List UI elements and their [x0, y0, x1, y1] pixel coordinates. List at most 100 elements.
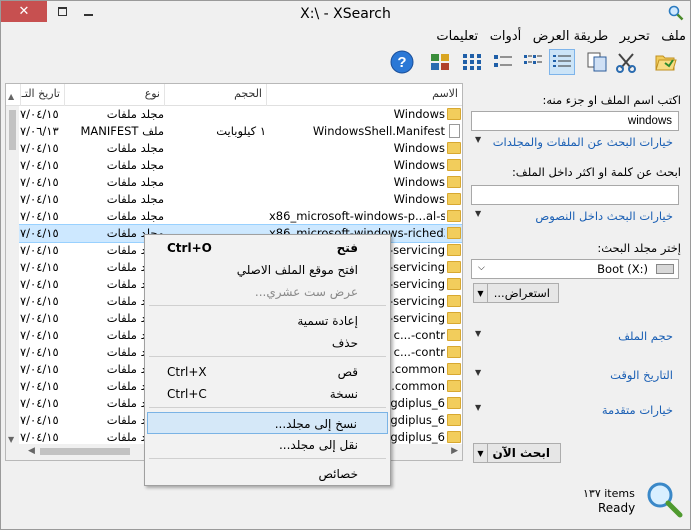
- search-now-button[interactable]: ▼ ابحث الآن: [473, 443, 561, 463]
- context-menu-item[interactable]: خصائص: [147, 463, 388, 485]
- svg-text:?: ?: [397, 54, 406, 71]
- row-type: مجلد ملفات: [106, 209, 164, 223]
- context-menu-item-label: عرض ست عشري...: [254, 285, 358, 299]
- row-date: ٧/٠٤/١٥: [20, 311, 59, 325]
- context-menu-item[interactable]: عرض ست عشري...: [147, 281, 388, 303]
- small-icons-view-button[interactable]: [490, 49, 516, 75]
- hscroll-thumb[interactable]: [40, 448, 130, 455]
- content-options-label: خيارات البحث داخل النصوص: [535, 209, 673, 223]
- table-row[interactable]: Windows مجلد ملفات ٧/٠٤/١٥: [6, 106, 462, 123]
- content-label: ابحث عن كلمة او اكثر داخل الملف:: [511, 165, 681, 179]
- context-menu-shortcut: Ctrl+X: [167, 365, 207, 379]
- name-options-link[interactable]: خيارات البحث عن الملفات والمجلدات ▼: [471, 135, 679, 153]
- row-size: [166, 208, 266, 225]
- open-folder-button[interactable]: [653, 49, 679, 75]
- context-menu-item[interactable]: قص Ctrl+X: [147, 361, 388, 383]
- name-label: اكتب اسم الملف او جزء منه:: [542, 93, 681, 107]
- column-header-size[interactable]: الحجم: [164, 84, 266, 106]
- filename-input[interactable]: [471, 111, 679, 131]
- vertical-scrollbar[interactable]: ▲ ▼: [6, 92, 19, 444]
- row-name: Windows: [393, 107, 445, 121]
- help-button[interactable]: ?: [389, 49, 415, 75]
- folder-icon: [447, 431, 461, 443]
- context-menu-item[interactable]: نقل إلى مجلد...: [147, 434, 388, 456]
- column-header-type[interactable]: نوع: [64, 84, 164, 106]
- context-menu-item-label: افتح موقع الملف الاصلي: [236, 263, 358, 277]
- scroll-down-icon[interactable]: ▼: [8, 435, 14, 444]
- large-icons-view-button[interactable]: [459, 49, 485, 75]
- table-row[interactable]: Windows مجلد ملفات ٧/٠٤/١٥: [6, 191, 462, 208]
- row-date: ٧/٠٤/١٥: [20, 226, 59, 240]
- file-size-section[interactable]: حجم الملف ▼: [471, 329, 679, 347]
- toolbar: ?: [1, 47, 690, 79]
- context-menu-item-label: نقل إلى مجلد...: [278, 438, 358, 452]
- name-options-label: خيارات البحث عن الملفات والمجلدات: [492, 135, 673, 149]
- menu-file[interactable]: ملف: [657, 29, 690, 44]
- column-header-date[interactable]: تاريخ التـ: [20, 84, 64, 106]
- context-menu-item[interactable]: افتح موقع الملف الاصلي: [147, 259, 388, 281]
- menu-help[interactable]: تعليمات: [432, 29, 482, 44]
- column-header-name[interactable]: الاسم: [266, 84, 462, 106]
- dropdown-arrow-icon[interactable]: ▼: [474, 284, 488, 302]
- copy-icon: [587, 52, 607, 72]
- scroll-up-icon[interactable]: ▲: [8, 92, 14, 101]
- folder-select[interactable]: Boot (X:) ⌵: [471, 259, 679, 279]
- app-window: ✕ X:\ - XSearch ملف تحرير طريقة العرض أد…: [0, 0, 691, 530]
- cut-button[interactable]: [613, 49, 639, 75]
- menu-edit[interactable]: تحرير: [616, 29, 654, 44]
- table-row[interactable]: Windows مجلد ملفات ٧/٠٤/١٥: [6, 174, 462, 191]
- row-name: Windows: [393, 141, 445, 155]
- context-menu-item-label: نسخ إلى مجلد...: [274, 417, 357, 431]
- content-options-link[interactable]: خيارات البحث داخل النصوص ▼: [471, 209, 679, 227]
- menu-separator: [149, 407, 386, 408]
- table-row[interactable]: Windows مجلد ملفات ٧/٠٤/١٥: [6, 140, 462, 157]
- browse-button[interactable]: ▼ استعراض...: [473, 283, 559, 303]
- content-input[interactable]: [471, 185, 679, 205]
- tiles-view-icon: [431, 54, 449, 70]
- folder-label: إختر مجلد البحث:: [597, 241, 681, 255]
- menu-view[interactable]: طريقة العرض: [529, 29, 613, 44]
- scroll-right-icon[interactable]: ▶: [451, 446, 458, 456]
- menu-tools[interactable]: أدوات: [486, 29, 526, 44]
- folder-icon: [447, 210, 461, 222]
- table-row[interactable]: x86_microsoft-windows-p...al-sec... مجلد …: [6, 208, 462, 225]
- folder-icon: [447, 295, 461, 307]
- row-type: مجلد ملفات: [106, 107, 164, 121]
- context-menu-item[interactable]: نسخة Ctrl+C: [147, 383, 388, 405]
- row-date: ٧/٠٤/١٥: [20, 175, 59, 189]
- context-menu-item[interactable]: نسخ إلى مجلد...: [147, 412, 388, 434]
- list-view-button[interactable]: [520, 49, 546, 75]
- copy-button[interactable]: [584, 49, 610, 75]
- item-count: ١٣٧ items: [583, 487, 635, 500]
- context-menu-item[interactable]: حذف: [147, 332, 388, 354]
- dropdown-arrow-icon[interactable]: ▼: [474, 444, 488, 462]
- date-time-section[interactable]: التاريخ الوقت ▼: [471, 368, 679, 386]
- row-date: ٧/٠٤/١٥: [20, 158, 59, 172]
- cut-icon: [616, 53, 636, 73]
- app-icon: [668, 5, 684, 21]
- details-view-icon: [553, 55, 571, 67]
- row-date: ٧/٠٤/١٥: [20, 396, 59, 410]
- row-size: [166, 106, 266, 123]
- context-menu-item[interactable]: إعادة تسمية: [147, 310, 388, 332]
- window-title: X:\ - XSearch: [300, 6, 391, 22]
- tiles-view-button[interactable]: [427, 49, 453, 75]
- folder-icon: [447, 346, 461, 358]
- table-row[interactable]: Windows مجلد ملفات ٧/٠٤/١٥: [6, 157, 462, 174]
- details-view-button[interactable]: [549, 49, 575, 75]
- row-size: [166, 174, 266, 191]
- row-date: ٧/٠٤/١٥: [20, 209, 59, 223]
- folder-icon: [447, 380, 461, 392]
- context-menu-item[interactable]: فتح Ctrl+O: [147, 237, 388, 259]
- advanced-options-section[interactable]: خيارات متقدمة ▼: [471, 403, 679, 421]
- list-header: الاسم الحجم نوع تاريخ التـ: [6, 84, 462, 106]
- advanced-options-label: خيارات متقدمة: [601, 403, 673, 417]
- context-menu-shortcut: Ctrl+O: [167, 241, 212, 255]
- menu-separator: [149, 356, 386, 357]
- scroll-thumb[interactable]: [9, 110, 16, 150]
- small-icons-view-icon: [494, 55, 512, 67]
- scroll-left-icon[interactable]: ◀: [28, 446, 35, 456]
- row-name: WindowsShell.Manifest: [312, 124, 445, 138]
- row-date: ٧/٠٦/١٣: [20, 124, 59, 138]
- table-row[interactable]: WindowsShell.Manifest ١ كيلوبايت ملف MANIF…: [6, 123, 462, 140]
